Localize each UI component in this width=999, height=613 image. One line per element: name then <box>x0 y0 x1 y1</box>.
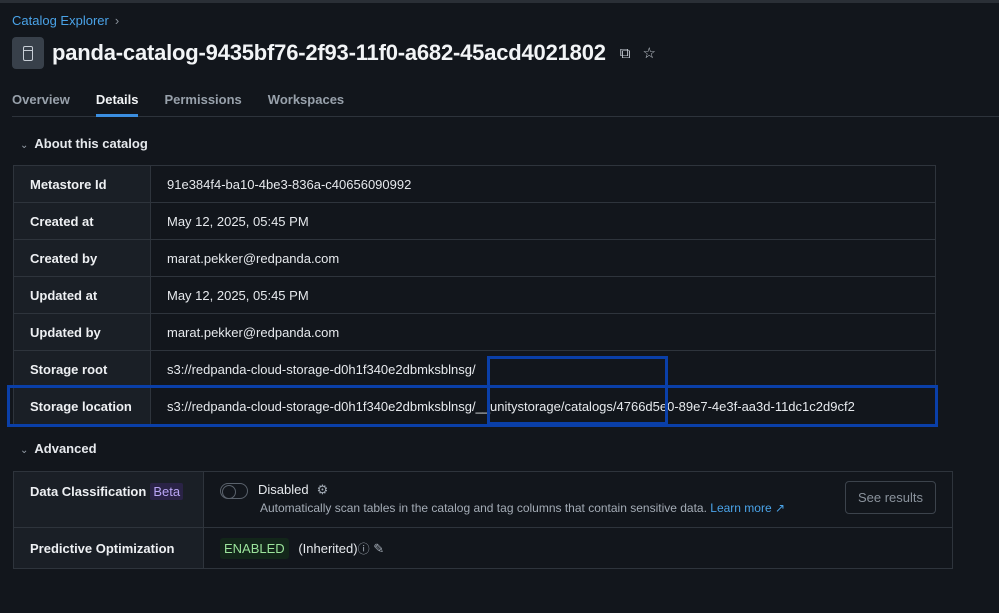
row-value: marat.pekker@redpanda.com <box>150 313 936 351</box>
predictive-optimization-label: Predictive Optimization <box>13 527 204 569</box>
table-row: Storage location s3://redpanda-cloud-stor… <box>13 387 936 425</box>
see-results-button[interactable]: See results <box>844 481 936 514</box>
row-key: Storage location <box>13 387 151 425</box>
about-section-toggle[interactable]: ⌄ About this catalog <box>20 136 148 151</box>
row-key: Storage root <box>13 350 151 388</box>
advanced-section-toggle[interactable]: ⌄ Advanced <box>20 441 97 456</box>
label-text: Data Classification <box>30 484 147 499</box>
page-title: panda-catalog-9435bf76-2f93-11f0-a682-45… <box>52 40 606 65</box>
chevron-down-icon: ⌄ <box>20 445 29 456</box>
gear-icon[interactable]: ⚙ <box>317 482 329 497</box>
star-icon[interactable]: ☆ <box>642 44 655 62</box>
breadcrumb-catalog-explorer[interactable]: Catalog Explorer <box>12 13 109 28</box>
inherited-text: (Inherited) <box>298 540 358 556</box>
external-link-icon: ↗ <box>775 500 786 515</box>
learn-more-link[interactable]: Learn more <box>710 501 771 515</box>
about-heading: About this catalog <box>34 136 148 151</box>
table-row: Storage root s3://redpanda-cloud-storage-… <box>13 350 936 388</box>
table-row: Predictive Optimization ENABLED (Inherit… <box>13 527 953 569</box>
row-value: May 12, 2025, 05:45 PM <box>150 202 936 240</box>
tab-permissions[interactable]: Permissions <box>164 92 241 117</box>
tab-workspaces[interactable]: Workspaces <box>268 92 344 117</box>
row-key: Metastore Id <box>13 165 151 203</box>
classification-description: Automatically scan tables in the catalog… <box>260 500 707 515</box>
table-row: Data Classification Beta Disabled ⚙ Automa… <box>13 471 953 528</box>
data-classification-toggle[interactable] <box>220 482 248 499</box>
breadcrumb-separator: › <box>114 13 120 28</box>
table-row: Created at May 12, 2025, 05:45 PM <box>13 202 936 240</box>
row-key: Updated at <box>13 276 151 314</box>
top-border <box>0 0 999 3</box>
row-key: Created at <box>13 202 151 240</box>
beta-badge: Beta <box>150 483 184 500</box>
table-row: Metastore Id 91e384f4-ba10-4be3-836a-c406… <box>13 165 936 203</box>
table-row: Created by marat.pekker@redpanda.com <box>13 239 936 277</box>
row-value: s3://redpanda-cloud-storage-d0h1f340e2db… <box>150 350 936 388</box>
catalog-icon <box>12 37 44 69</box>
table-row: Updated at May 12, 2025, 05:45 PM <box>13 276 936 314</box>
row-key: Updated by <box>13 313 151 351</box>
tab-details[interactable]: Details <box>95 92 139 117</box>
table-row: Updated by marat.pekker@redpanda.com <box>13 313 936 351</box>
row-value: May 12, 2025, 05:45 PM <box>150 276 936 314</box>
row-value: s3://redpanda-cloud-storage-d0h1f340e2db… <box>150 387 936 425</box>
data-classification-label: Data Classification Beta <box>13 471 204 528</box>
title-row: panda-catalog-9435bf76-2f93-11f0-a682-45… <box>12 37 656 69</box>
row-key: Created by <box>13 239 151 277</box>
info-icon[interactable]: ⓘ <box>358 542 370 556</box>
breadcrumb: Catalog Explorer › <box>12 13 119 28</box>
row-value: 91e384f4-ba10-4be3-836a-c40656090992 <box>150 165 936 203</box>
about-table: Metastore Id 91e384f4-ba10-4be3-836a-c406… <box>13 165 936 425</box>
chevron-down-icon: ⌄ <box>20 140 29 151</box>
row-value: marat.pekker@redpanda.com <box>150 239 936 277</box>
classification-status: Disabled <box>258 482 309 497</box>
advanced-table: Data Classification Beta Disabled ⚙ Automa… <box>13 471 953 569</box>
tab-overview[interactable]: Overview <box>12 92 70 117</box>
advanced-heading: Advanced <box>34 441 97 456</box>
tab-bar: Overview Details Permissions Workspaces <box>12 92 999 117</box>
copy-icon[interactable]: ⧉ <box>620 45 631 62</box>
edit-pencil-icon[interactable]: ✎ <box>373 541 384 556</box>
status-badge: ENABLED <box>220 537 289 559</box>
